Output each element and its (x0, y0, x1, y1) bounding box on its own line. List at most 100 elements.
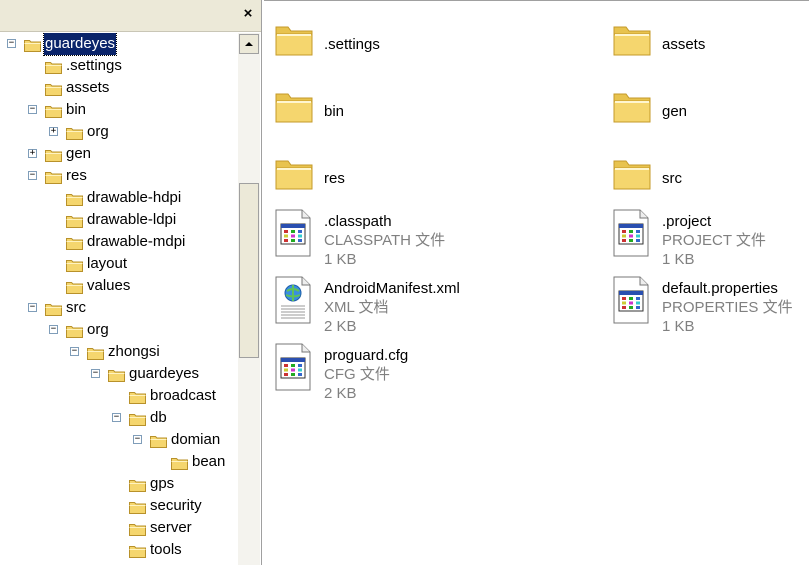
scroll-up-button[interactable] (239, 34, 259, 54)
file-item-text: .classpath CLASSPATH 文件 1 KB (324, 212, 445, 269)
file-type: PROPERTIES 文件 (662, 299, 793, 316)
file-item-default-properties[interactable]: default.properties PROPERTIES 文件 1 KB (604, 276, 804, 339)
tree-item-org[interactable]: + org (0, 121, 238, 143)
file-name: assets (662, 36, 706, 53)
tree-item-gps[interactable]: gps (0, 473, 238, 495)
tree-item-db[interactable]: − db (0, 407, 238, 429)
folder-tree-pane: × − guardeyes .settings assets − bin + org + gen −… (0, 0, 262, 565)
folder-icon (171, 455, 188, 470)
collapse-icon[interactable]: − (133, 435, 142, 444)
file-name: .project (662, 213, 712, 230)
xml-file-icon (274, 276, 312, 328)
tree-item-label: bin (66, 101, 87, 118)
tree-item-label: server (150, 519, 192, 536)
file-name: bin (324, 103, 345, 120)
file-item-text: .project PROJECT 文件 1 KB (662, 212, 766, 269)
document-file-icon (612, 209, 650, 261)
file-item-settings[interactable]: .settings (266, 17, 466, 77)
tree-item-layout[interactable]: layout (0, 253, 238, 275)
close-pane-button[interactable]: × (241, 5, 255, 23)
tree-item-drawable-mdpi[interactable]: drawable-mdpi (0, 231, 238, 253)
tree-item-label: domian (171, 431, 221, 448)
tree-item-drawable-hdpi[interactable]: drawable-hdpi (0, 187, 238, 209)
tree-item-label: src (66, 299, 86, 316)
folder-icon (612, 155, 652, 195)
collapse-icon[interactable]: − (70, 347, 79, 356)
tree-item-broadcast[interactable]: broadcast (0, 385, 238, 407)
tree-item-label: zhongsi (108, 343, 160, 360)
folder-icon (66, 323, 83, 338)
file-name: gen (662, 103, 688, 120)
file-item-proguard-cfg[interactable]: proguard.cfg CFG 文件 2 KB (266, 343, 466, 406)
tree-item-label: assets (66, 79, 110, 96)
tree-item-tools[interactable]: tools (0, 539, 238, 561)
scrollbar-thumb[interactable] (239, 183, 259, 358)
collapse-icon[interactable]: − (7, 39, 16, 48)
folder-icon (274, 21, 314, 61)
tree-item-assets[interactable]: assets (0, 77, 238, 99)
tree-item-src[interactable]: − src (0, 297, 238, 319)
tree-item-res[interactable]: − res (0, 165, 238, 187)
tree-item-zhongsi[interactable]: − zhongsi (0, 341, 238, 363)
folder-icon (45, 147, 62, 162)
folder-icon (129, 389, 146, 404)
file-name: default.properties (662, 280, 778, 297)
collapse-icon[interactable]: − (49, 325, 58, 334)
collapse-icon[interactable]: − (112, 413, 121, 422)
file-name: src (662, 170, 682, 187)
tree-item-settings[interactable]: .settings (0, 55, 238, 77)
file-item-project[interactable]: .project PROJECT 文件 1 KB (604, 209, 804, 272)
tree-item-label: bean (192, 453, 226, 470)
tree-item-label: guardeyes (42, 33, 118, 56)
collapse-icon[interactable]: − (28, 171, 37, 180)
file-item-text: gen (662, 102, 687, 121)
tree-item-server[interactable]: server (0, 517, 238, 539)
vertical-scrollbar[interactable] (238, 33, 260, 565)
document-file-icon (612, 276, 650, 328)
tree-item-label: guardeyes (129, 365, 200, 382)
file-item-classpath[interactable]: .classpath CLASSPATH 文件 1 KB (266, 209, 466, 272)
tree-item-org[interactable]: − org (0, 319, 238, 341)
tree-item-drawable-ldpi[interactable]: drawable-ldpi (0, 209, 238, 231)
folder-icon (274, 155, 314, 195)
folder-icon (129, 411, 146, 426)
file-item-androidmanifest-xml[interactable]: AndroidManifest.xml XML 文档 2 KB (266, 276, 466, 339)
tree-item-bean[interactable]: bean (0, 451, 238, 473)
file-item-bin[interactable]: bin (266, 84, 466, 144)
tree-item-label: security (150, 497, 202, 514)
document-file-icon (274, 209, 312, 261)
file-item-text: default.properties PROPERTIES 文件 1 KB (662, 279, 793, 336)
file-name: proguard.cfg (324, 347, 409, 364)
folder-icon (45, 81, 62, 96)
folder-icon (129, 477, 146, 492)
tree-item-security[interactable]: security (0, 495, 238, 517)
expand-icon[interactable]: + (28, 149, 37, 158)
tree-item-label: org (87, 321, 109, 338)
tree-item-label: db (150, 409, 167, 426)
tree-item-label: gps (150, 475, 175, 492)
tree-item-guardeyes[interactable]: − guardeyes (0, 363, 238, 385)
file-item-assets[interactable]: assets (604, 17, 804, 77)
file-name: .settings (324, 36, 380, 53)
tree-item-bin[interactable]: − bin (0, 99, 238, 121)
collapse-icon[interactable]: − (28, 105, 37, 114)
tree-item-values[interactable]: values (0, 275, 238, 297)
tree-item-domian[interactable]: − domian (0, 429, 238, 451)
file-name: .classpath (324, 213, 392, 230)
collapse-icon[interactable]: − (91, 369, 100, 378)
file-item-res[interactable]: res (266, 151, 466, 211)
file-item-text: res (324, 169, 345, 188)
folder-icon (129, 521, 146, 536)
collapse-icon[interactable]: − (28, 303, 37, 312)
folder-icon (66, 235, 83, 250)
tree-item-label: gen (66, 145, 92, 162)
tree-item-gen[interactable]: + gen (0, 143, 238, 165)
pane-header: × (0, 0, 261, 32)
expand-icon[interactable]: + (49, 127, 58, 136)
tree-item-guardeyes[interactable]: − guardeyes (0, 33, 238, 56)
file-size: 1 KB (662, 251, 695, 268)
file-item-gen[interactable]: gen (604, 84, 804, 144)
file-item-src[interactable]: src (604, 151, 804, 211)
file-item-text: .settings (324, 35, 380, 54)
tree-item-label: layout (87, 255, 128, 272)
